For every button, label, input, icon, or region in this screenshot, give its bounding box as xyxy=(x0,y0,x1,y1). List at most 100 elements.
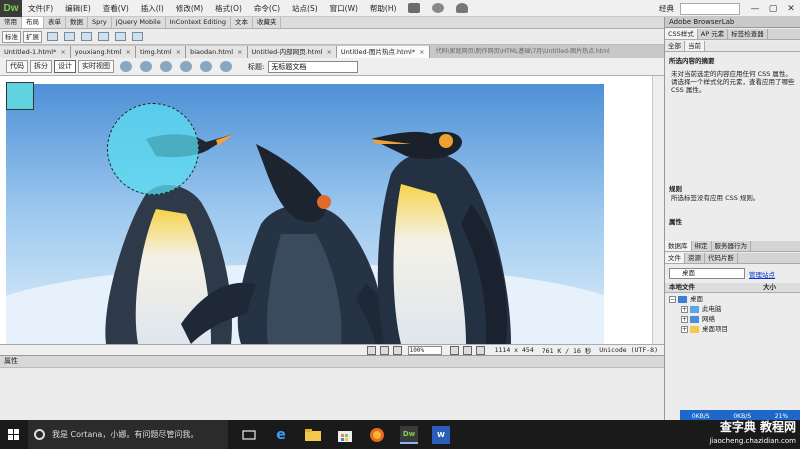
expand-icon[interactable]: + xyxy=(681,316,688,323)
file-explorer-icon[interactable] xyxy=(304,426,322,444)
document-tab[interactable]: timg.html × xyxy=(135,46,187,58)
store-icon[interactable] xyxy=(336,426,354,444)
files-subtab[interactable]: 资源 xyxy=(685,253,705,263)
properties-header[interactable]: 属性 xyxy=(0,355,664,367)
dreamweaver-taskbar-icon[interactable]: Dw xyxy=(400,425,418,444)
browserlab-header[interactable]: Adobe BrowserLab xyxy=(665,17,800,28)
standard-mode-button[interactable]: 标准 xyxy=(2,30,21,43)
cortana-search[interactable]: 我是 Cortana，小娜。有问题尽管问我。 xyxy=(28,420,228,449)
document-tab[interactable]: Untitled-图片热点.html* × xyxy=(336,46,430,58)
spry-icon[interactable] xyxy=(98,32,109,41)
insert-tab[interactable]: 布局 xyxy=(22,17,44,28)
zoom-select[interactable]: 100% xyxy=(407,345,442,355)
window-dimensions[interactable]: 1114 x 454 xyxy=(495,346,534,354)
menu-item[interactable]: 命令(C) xyxy=(248,3,286,14)
tree-item-desktop-project[interactable]: + 桌面项目 xyxy=(681,325,728,334)
css-panel-tab[interactable]: AP 元素 xyxy=(698,29,729,39)
insert-tab[interactable]: Spry xyxy=(88,17,112,28)
insert-tab[interactable]: jQuery Mobile xyxy=(112,17,166,28)
insert-tab[interactable]: 收藏夹 xyxy=(253,17,282,28)
insert-tab[interactable]: 文本 xyxy=(231,17,253,28)
circle-hotspot[interactable] xyxy=(107,103,199,195)
menu-item[interactable]: 修改(M) xyxy=(170,3,209,14)
title-input[interactable] xyxy=(268,60,359,73)
multiscreen-icon[interactable] xyxy=(120,61,132,72)
preview-browser-icon[interactable] xyxy=(140,61,152,72)
minimize-icon[interactable]: — xyxy=(746,4,764,14)
select-tool-icon[interactable] xyxy=(366,345,376,355)
iframe-icon[interactable] xyxy=(132,32,143,41)
file-management-icon[interactable] xyxy=(160,61,172,72)
desktop-size-icon[interactable] xyxy=(475,345,485,355)
tablet-size-icon[interactable] xyxy=(462,345,472,355)
close-tab-icon[interactable]: × xyxy=(176,48,181,56)
close-tab-icon[interactable]: × xyxy=(326,48,331,56)
css-panel-tab[interactable]: 标签检查器 xyxy=(728,29,768,39)
maximize-icon[interactable]: ▢ xyxy=(764,4,782,14)
design-view[interactable] xyxy=(0,76,664,344)
w3c-validate-icon[interactable] xyxy=(180,61,192,72)
div-icon[interactable] xyxy=(64,32,75,41)
document-tab[interactable]: youxiang.html × xyxy=(70,46,136,58)
tree-item-desktop[interactable]: − 桌面 xyxy=(669,295,703,304)
firefox-icon[interactable] xyxy=(368,426,386,444)
location-select[interactable]: 桌面 xyxy=(669,268,745,279)
document-tab[interactable]: biaodan.html × xyxy=(186,46,248,58)
expand-icon[interactable]: + xyxy=(681,326,688,333)
document-tab[interactable]: Untitled-内部网页.html × xyxy=(247,46,337,58)
user-icon[interactable] xyxy=(456,3,469,13)
menu-item[interactable]: 站点(S) xyxy=(286,3,324,14)
insert-tab[interactable]: InContext Editing xyxy=(166,17,231,28)
view-button[interactable]: 设计 xyxy=(54,60,76,73)
close-tab-icon[interactable]: × xyxy=(125,48,130,56)
css-subtab[interactable]: 当前 xyxy=(685,41,705,51)
refresh-icon[interactable] xyxy=(220,61,232,72)
close-tab-icon[interactable]: × xyxy=(419,48,424,56)
files-panel-tab[interactable]: 服务器行为 xyxy=(712,241,751,251)
visual-aids-icon[interactable] xyxy=(200,61,212,72)
insert-tab[interactable]: 数据 xyxy=(66,17,88,28)
manage-sites-link[interactable]: 管理站点 xyxy=(749,269,775,279)
view-button[interactable]: 拆分 xyxy=(30,60,52,73)
rectangle-hotspot[interactable] xyxy=(6,82,34,110)
tree-item-network[interactable]: + 网络 xyxy=(681,315,715,324)
close-tab-icon[interactable]: × xyxy=(237,48,242,56)
window-size-icon[interactable] xyxy=(449,345,459,355)
workspace-switcher[interactable]: 经典 xyxy=(653,3,680,14)
search-input[interactable] xyxy=(680,2,740,15)
vertical-scrollbar[interactable] xyxy=(652,76,664,344)
word-icon[interactable]: W xyxy=(432,425,450,444)
document-tab[interactable]: Untitled-1.html* × xyxy=(0,46,71,58)
table-icon[interactable] xyxy=(47,32,58,41)
expand-icon[interactable]: + xyxy=(681,306,688,313)
gear-icon[interactable] xyxy=(432,3,445,13)
collapse-icon[interactable]: − xyxy=(669,296,676,303)
start-button[interactable] xyxy=(0,420,28,449)
menu-item[interactable]: 查看(V) xyxy=(97,3,135,14)
task-view-icon[interactable] xyxy=(240,426,258,444)
view-button[interactable]: 实时视图 xyxy=(78,60,114,73)
menu-item[interactable]: 文件(F) xyxy=(22,3,59,14)
frame-icon[interactable] xyxy=(115,32,126,41)
layout-icon[interactable] xyxy=(408,3,421,13)
ap-div-icon[interactable] xyxy=(81,32,92,41)
menu-item[interactable]: 插入(I) xyxy=(135,3,170,14)
files-subtab[interactable]: 代码片断 xyxy=(705,253,738,263)
size-column[interactable]: 大小 xyxy=(763,283,776,292)
files-panel-tab[interactable]: 数据库 xyxy=(665,241,692,251)
css-subtab[interactable]: 全部 xyxy=(665,41,685,51)
expanded-mode-button[interactable]: 扩展 xyxy=(23,30,42,43)
insert-tab[interactable]: 常用 xyxy=(0,17,22,28)
view-button[interactable]: 代码 xyxy=(6,60,28,73)
menu-item[interactable]: 编辑(E) xyxy=(59,3,97,14)
close-tab-icon[interactable]: × xyxy=(60,48,65,56)
menu-item[interactable]: 窗口(W) xyxy=(324,3,364,14)
css-panel-tab[interactable]: CSS样式 xyxy=(665,29,698,39)
tree-item-this-pc[interactable]: + 此电脑 xyxy=(681,305,722,314)
penguin-image[interactable] xyxy=(6,84,604,344)
edge-icon[interactable]: e xyxy=(272,426,290,444)
zoom-tool-icon[interactable] xyxy=(392,345,402,355)
hand-tool-icon[interactable] xyxy=(379,345,389,355)
files-panel-tab[interactable]: 绑定 xyxy=(692,241,712,251)
menu-item[interactable]: 帮助(H) xyxy=(364,3,403,14)
